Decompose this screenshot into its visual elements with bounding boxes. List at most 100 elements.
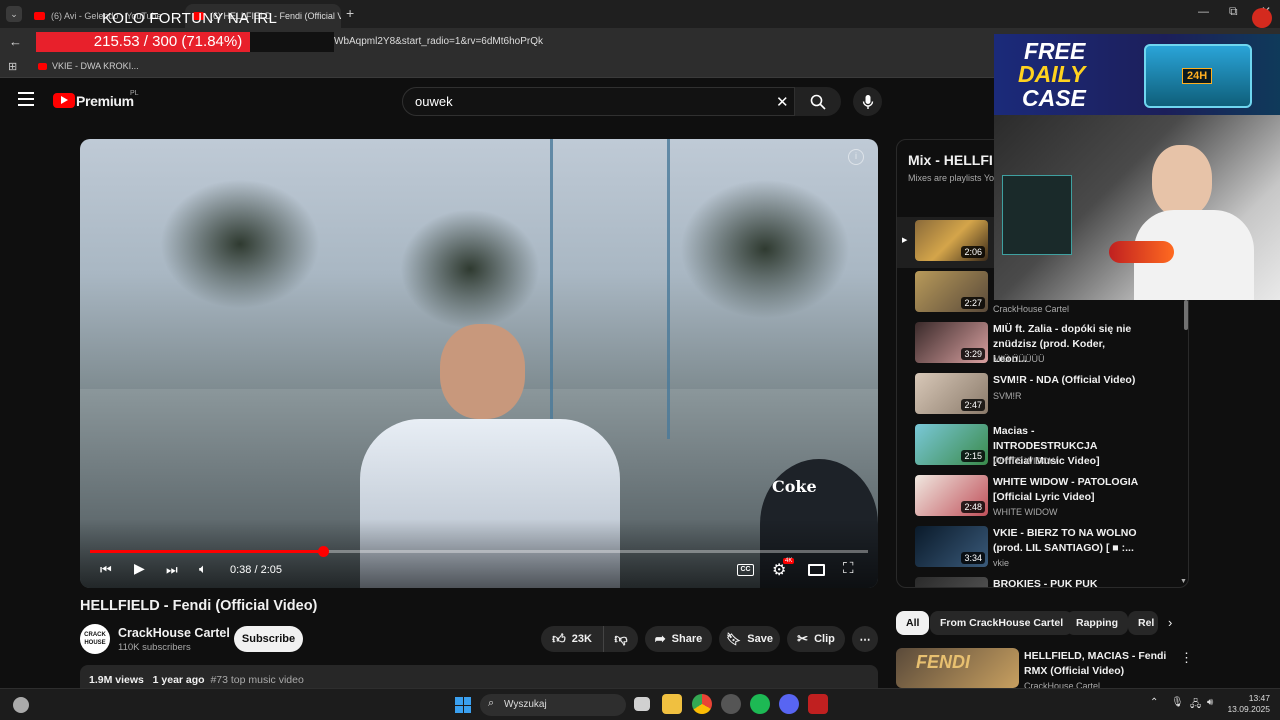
- microphone-device: [1109, 241, 1174, 263]
- tab-search-icon[interactable]: ⌄: [6, 6, 22, 22]
- playlist-item-channel: WHITE WIDOW: [993, 456, 1058, 466]
- more-actions-button[interactable]: ⋯: [852, 626, 878, 652]
- upload-age: 1 year ago: [152, 674, 205, 686]
- thumbnail: [915, 577, 988, 587]
- cap-logo-text: Coke: [772, 477, 817, 496]
- case-chest-icon: 24H: [1144, 44, 1252, 108]
- trending-tag[interactable]: #73 top music video: [210, 674, 303, 686]
- obs-icon[interactable]: [721, 694, 741, 714]
- app-icon[interactable]: [808, 694, 828, 714]
- discord-icon[interactable]: [779, 694, 799, 714]
- back-icon[interactable]: ←: [9, 34, 22, 49]
- tray-mic-icon[interactable]: 🎙︎: [1171, 697, 1184, 708]
- related-title[interactable]: HELLFIELD, MACIAS - Fendi RMX (Official …: [1024, 649, 1174, 679]
- promo-line3: CASE: [1022, 85, 1086, 111]
- voice-search-button[interactable]: [853, 87, 882, 116]
- related-more-icon[interactable]: ⋮: [1180, 650, 1193, 666]
- now-playing-icon: ▶: [902, 237, 908, 244]
- duration-badge: 2:27: [961, 297, 985, 309]
- share-button[interactable]: ➦ Share: [645, 626, 712, 652]
- file-explorer-icon[interactable]: [662, 694, 682, 714]
- playlist-item[interactable]: 3:34 VKIE - BIERZ TO NA WOLNO (prod. LIL…: [897, 523, 1187, 574]
- chip-all[interactable]: All: [896, 611, 930, 635]
- playlist-item[interactable]: 2:48 WHITE WIDOW - PATOLOGIA [Official L…: [897, 472, 1187, 523]
- duration-badge: 3:34: [961, 552, 985, 564]
- next-icon[interactable]: ⏭: [166, 562, 178, 578]
- new-tab-icon[interactable]: +: [346, 5, 354, 21]
- view-count: 1.9M views: [89, 674, 144, 686]
- video-title: HELLFIELD - Fendi (Official Video): [80, 598, 318, 614]
- related-thumbnail[interactable]: FENDI: [896, 648, 1019, 688]
- video-player[interactable]: Coke i ⏮ ▶ ⏭ 🔈︎ 0:38 / 2:05 CC ⚙ 4K ⛶: [80, 139, 878, 588]
- chips-next-icon[interactable]: ›: [1168, 615, 1172, 630]
- mix-title: Mix - HELLFI: [908, 152, 993, 168]
- search-icon: [810, 94, 826, 110]
- thumbnail: 2:27: [915, 271, 988, 312]
- tower-scenery: [550, 139, 670, 439]
- chip-from-channel[interactable]: From CrackHouse Cartel: [930, 611, 1074, 635]
- windows-start-icon[interactable]: [455, 697, 471, 713]
- spotify-icon[interactable]: [750, 694, 770, 714]
- thumbnail: 2:47: [915, 373, 988, 414]
- like-button[interactable]: 👍︎ 23K: [541, 626, 603, 652]
- microphone-icon: [862, 94, 873, 109]
- taskbar-search-label: Wyszukaj: [504, 699, 547, 710]
- thumbnail: 2:15: [915, 424, 988, 465]
- weather-icon[interactable]: [13, 697, 29, 713]
- fullscreen-icon[interactable]: ⛶: [843, 560, 854, 577]
- youtube-logo-icon[interactable]: [53, 93, 75, 108]
- clock-time: 13:47: [1248, 693, 1270, 703]
- playlist-item[interactable]: 2:47 SVM!R - NDA (Official Video) SVM!R: [897, 370, 1187, 421]
- menu-icon[interactable]: [18, 92, 34, 106]
- captions-icon[interactable]: CC: [737, 564, 754, 576]
- restore-icon[interactable]: ⧉: [1229, 4, 1238, 19]
- play-icon[interactable]: ▶: [134, 560, 145, 577]
- duration-badge: 3:29: [961, 348, 985, 360]
- previous-icon[interactable]: ⏮: [100, 562, 112, 578]
- premium-logo-text: Premium: [76, 93, 134, 109]
- volume-tray-icon[interactable]: 🔊︎: [1207, 697, 1213, 708]
- save-label: Save: [747, 633, 773, 645]
- taskbar-search[interactable]: ⌕ Wyszukaj: [480, 694, 626, 716]
- volume-icon[interactable]: 🔈︎: [199, 561, 207, 577]
- promo-line1: FREE: [1024, 38, 1086, 64]
- apps-grid-icon[interactable]: ⊞: [8, 60, 17, 73]
- url-text[interactable]: WbAqpml2Y8&start_radio=1&rv=6dMt6hoPrQk: [334, 36, 543, 47]
- thumbs-down-icon: 👎︎: [614, 631, 628, 646]
- daily-case-promo: FREE DAILY CASE 24H: [994, 34, 1280, 115]
- info-icon[interactable]: i: [848, 149, 864, 165]
- theater-mode-icon[interactable]: [808, 564, 825, 576]
- playlist-item-title: WHITE WIDOW - PATOLOGIA [Official Lyric …: [993, 476, 1138, 503]
- playlist-item-channel: WHITE WIDOW: [993, 507, 1058, 517]
- minimize-icon[interactable]: —: [1198, 6, 1209, 18]
- playlist-item-title: VKIE - BIERZ TO NA WOLNO (prod. LIL SANT…: [993, 527, 1137, 554]
- playlist-item[interactable]: 2:15 Macias - INTRODESTRUKCJA [Official …: [897, 421, 1187, 472]
- chip-rapping[interactable]: Rapping: [1066, 611, 1128, 635]
- playlist-item[interactable]: BROKIES - PUK PUK: [897, 574, 1187, 587]
- dislike-button[interactable]: 👎︎: [603, 626, 638, 652]
- bookmark-vkie[interactable]: VKIE - DWA KROKI...: [38, 61, 139, 71]
- description-box[interactable]: 1.9M views 1 year ago #73 top music vide…: [80, 665, 878, 690]
- chrome-icon[interactable]: [692, 694, 712, 714]
- channel-avatar[interactable]: CRACK HOUSE: [80, 624, 110, 654]
- chip-related[interactable]: Rel: [1128, 611, 1158, 635]
- clock[interactable]: 13:47 13.09.2025: [1226, 693, 1270, 715]
- subscribe-button[interactable]: Subscribe: [234, 626, 303, 652]
- save-button[interactable]: 🔖︎ Save: [719, 626, 780, 652]
- channel-name[interactable]: CrackHouse Cartel: [118, 626, 230, 640]
- seek-bar[interactable]: [90, 546, 868, 557]
- promo-line2: DAILY: [1018, 61, 1086, 87]
- task-view-icon[interactable]: [634, 697, 650, 711]
- thumbnail: 2:48: [915, 475, 988, 516]
- playlist-item-channel: MIÜ ÜÜÜÜÜ: [993, 354, 1045, 364]
- time-display: 0:38 / 2:05: [230, 564, 282, 576]
- duration-badge: 2:48: [961, 501, 985, 513]
- search-input[interactable]: ouwek: [402, 87, 795, 116]
- playlist-item[interactable]: 3:29 MIÜ ft. Zalia - dopóki się nie znüd…: [897, 319, 1187, 370]
- clear-search-icon[interactable]: ✕: [776, 93, 789, 111]
- tray-chevron-icon[interactable]: ⌃: [1150, 697, 1158, 708]
- profile-avatar[interactable]: [1252, 8, 1272, 28]
- clip-button[interactable]: ✂ Clip: [787, 626, 845, 652]
- search-button[interactable]: [795, 87, 841, 116]
- network-icon[interactable]: 🖧︎: [1190, 697, 1201, 714]
